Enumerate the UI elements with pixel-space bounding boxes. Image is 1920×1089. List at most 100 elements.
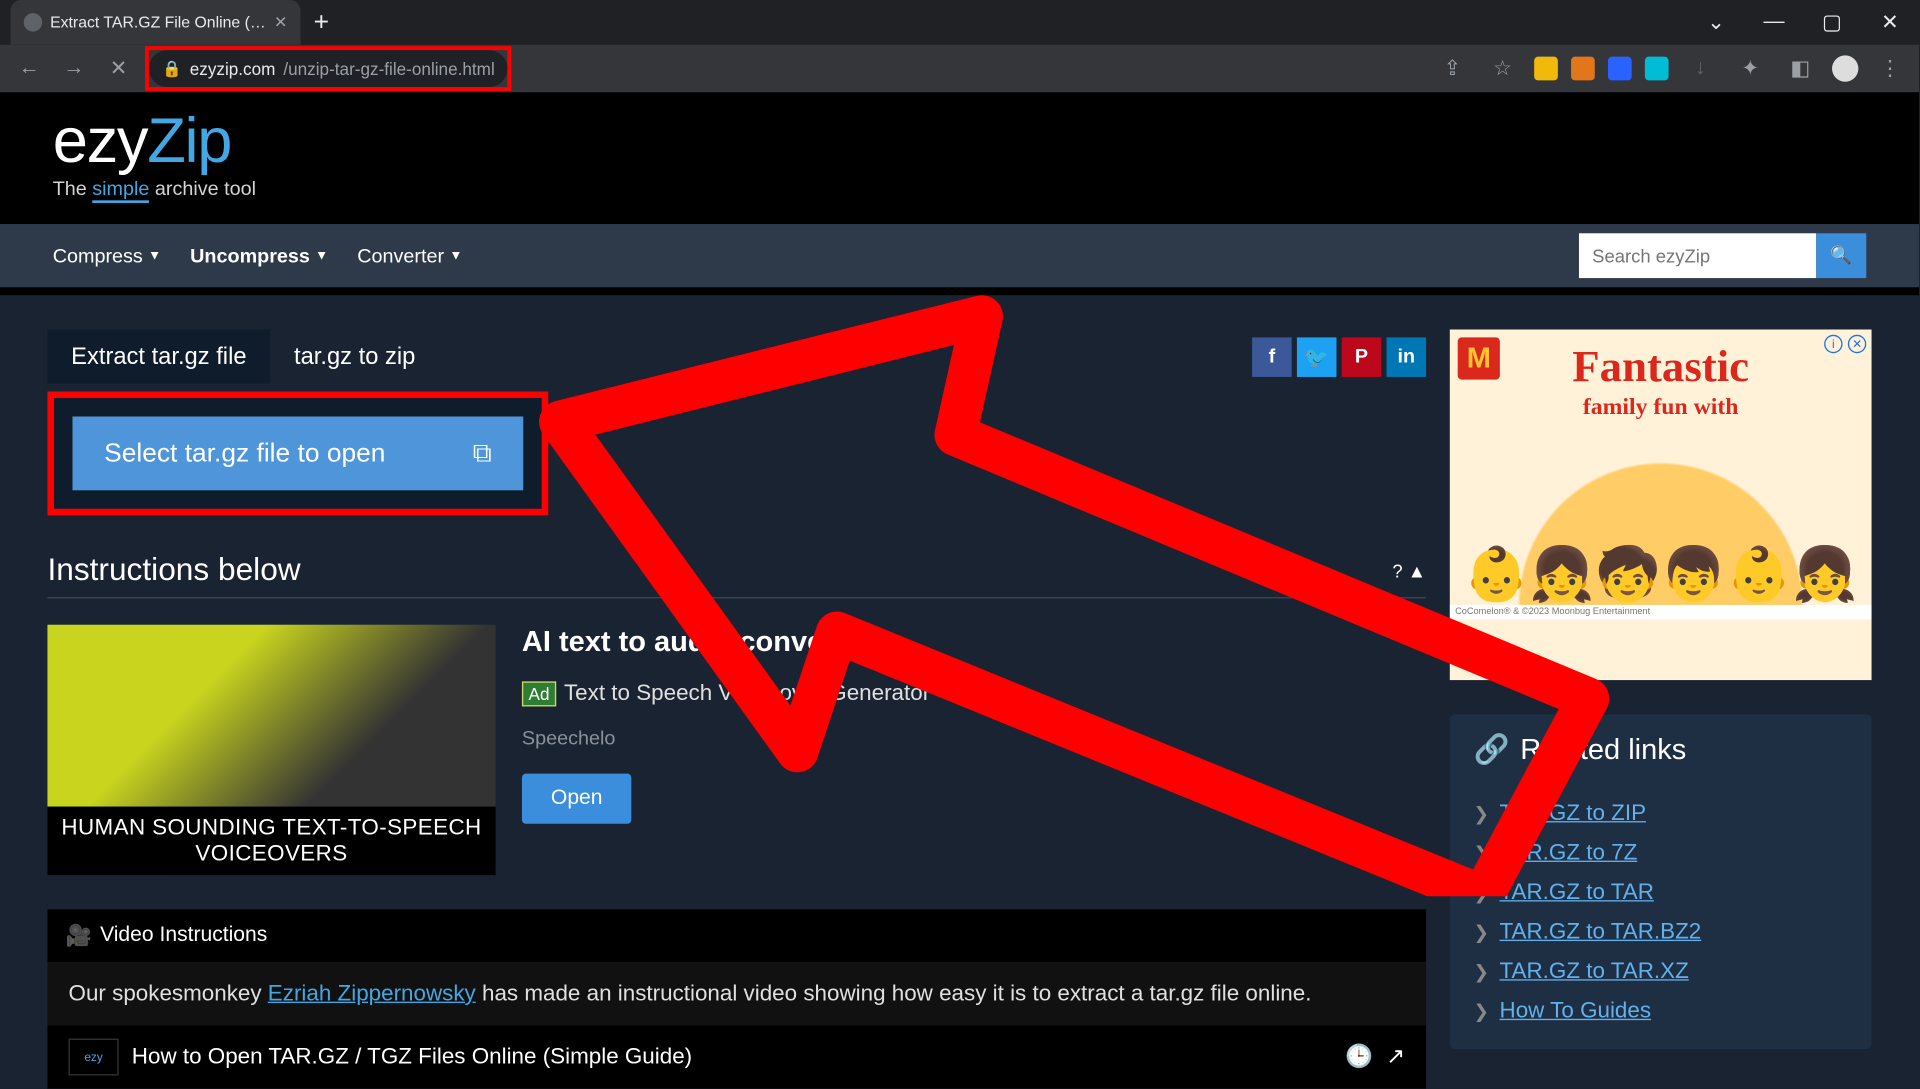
ad-heading: AI text to audio converter	[522, 625, 1426, 659]
back-button[interactable]: ←	[11, 50, 48, 87]
video-title: How to Open TAR.GZ / TGZ Files Online (S…	[132, 1044, 692, 1070]
new-tab-button[interactable]: +	[301, 7, 343, 37]
chevron-right-icon: ❯	[1474, 1000, 1489, 1022]
tab-title: Extract TAR.GZ File Online (No lim	[50, 13, 266, 31]
tab-favicon	[24, 13, 42, 31]
extension-icon-2[interactable]	[1608, 57, 1632, 81]
ad-subtitle: Text to Speech Voice over Generator	[564, 680, 930, 705]
tab-to-zip[interactable]: tar.gz to zip	[270, 330, 439, 384]
url-domain: ezyzip.com	[190, 59, 276, 79]
related-link[interactable]: TAR.GZ to 7Z	[1500, 840, 1638, 866]
mcdonalds-logo-icon: M	[1458, 337, 1500, 379]
related-item: ❯ TAR.GZ to TAR.XZ	[1474, 952, 1848, 992]
ad-thumb-banner: HUMAN SOUNDING TEXT-TO-SPEECH VOICEOVERS	[47, 807, 495, 876]
ad-footnote: CoComelon® & ©2023 Moonbug Entertainment	[1450, 605, 1872, 619]
tagline: The simple archive tool	[53, 178, 1867, 200]
caret-down-icon: ▼	[148, 248, 161, 262]
caret-down-icon: ▼	[449, 248, 462, 262]
address-bar[interactable]: 🔒 ezyzip.com/unzip-tar-gz-file-online.ht…	[149, 50, 508, 87]
nav-compress[interactable]: Compress▼	[53, 244, 161, 266]
search-icon: 🔍	[1830, 245, 1852, 265]
instructions-toggle[interactable]: ? ▲	[1392, 560, 1426, 581]
related-link[interactable]: TAR.GZ to TAR.BZ2	[1500, 919, 1702, 945]
search-button[interactable]: 🔍	[1816, 233, 1866, 278]
ezyzip-logo-small: ezy	[69, 1039, 119, 1076]
ad-thumbnail: HUMAN SOUNDING TEXT-TO-SPEECH VOICEOVERS	[47, 625, 495, 875]
ad-close-icon[interactable]: ✕	[1848, 335, 1866, 353]
extension-icon[interactable]	[1534, 57, 1558, 81]
site-header: ezyZip The simple archive tool	[0, 92, 1919, 224]
share-icon[interactable]: ↗	[1386, 1044, 1405, 1070]
video-section-header: 🎥 Video Instructions	[47, 909, 1426, 962]
ad-headline: Fantastic	[1572, 343, 1749, 393]
inline-ad[interactable]: HUMAN SOUNDING TEXT-TO-SPEECH VOICEOVERS…	[47, 625, 1426, 875]
download-icon[interactable]: ↓	[1682, 50, 1719, 87]
watch-later-icon[interactable]: 🕒	[1345, 1044, 1373, 1070]
bookmark-star-icon[interactable]: ☆	[1484, 50, 1521, 87]
metamask-icon[interactable]	[1571, 57, 1595, 81]
chevron-right-icon: ❯	[1474, 960, 1489, 982]
menu-dots-icon[interactable]: ⋮	[1872, 50, 1909, 87]
related-link[interactable]: TAR.GZ to TAR.XZ	[1500, 958, 1689, 984]
related-link[interactable]: How To Guides	[1500, 998, 1652, 1024]
related-links-heading: Related links	[1520, 733, 1686, 767]
facebook-share[interactable]: f	[1252, 337, 1292, 377]
instructions-heading: Instructions below	[47, 552, 300, 589]
video-embed-titlebar[interactable]: ezy How to Open TAR.GZ / TGZ Files Onlin…	[47, 1025, 1426, 1088]
search-input[interactable]	[1579, 233, 1816, 278]
spokesmonkey-link[interactable]: Ezriah Zippernowsky	[268, 981, 476, 1006]
upload-highlight-box: Select tar.gz file to open ⧉	[47, 391, 548, 515]
browser-titlebar: Extract TAR.GZ File Online (No lim ✕ + ⌄…	[0, 0, 1919, 45]
link-icon: 🔗	[1474, 733, 1510, 767]
related-item: ❯ TAR.GZ to TAR	[1474, 873, 1848, 913]
related-item: ❯ TAR.GZ to ZIP	[1474, 793, 1848, 833]
related-item: ❯ TAR.GZ to 7Z	[1474, 833, 1848, 873]
ad-controls[interactable]: i✕	[1824, 335, 1866, 353]
chevron-right-icon: ❯	[1474, 842, 1489, 864]
twitter-share[interactable]: 🐦	[1297, 337, 1337, 377]
lock-icon: 🔒	[162, 59, 182, 77]
maximize-button[interactable]: ▢	[1803, 0, 1861, 45]
forward-button[interactable]: →	[55, 50, 92, 87]
close-button[interactable]: ✕	[1861, 0, 1919, 45]
select-file-button[interactable]: Select tar.gz file to open ⧉	[72, 416, 523, 490]
chevron-right-icon: ❯	[1474, 921, 1489, 943]
related-item: ❯ How To Guides	[1474, 991, 1848, 1031]
related-link[interactable]: TAR.GZ to ZIP	[1500, 800, 1646, 826]
tab-extract[interactable]: Extract tar.gz file	[47, 330, 270, 384]
related-link[interactable]: TAR.GZ to TAR	[1500, 879, 1654, 905]
nav-uncompress[interactable]: Uncompress▼	[190, 244, 328, 266]
dropbox-icon[interactable]: ⧉	[473, 438, 492, 468]
sidebar-ad[interactable]: M i✕ Fantastic family fun with 👶👧🧒👦👶👧 Co…	[1450, 330, 1872, 681]
tab-close-icon[interactable]: ✕	[274, 13, 287, 31]
share-icon[interactable]: ⇪	[1434, 50, 1471, 87]
caret-down-icon: ▼	[315, 248, 328, 262]
video-description: Our spokesmonkey Ezriah Zippernowsky has…	[47, 962, 1426, 1025]
chevron-right-icon: ❯	[1474, 802, 1489, 824]
browser-tab[interactable]: Extract TAR.GZ File Online (No lim ✕	[11, 0, 301, 45]
divider	[0, 287, 1919, 295]
profile-avatar[interactable]	[1832, 55, 1858, 81]
ad-open-button[interactable]: Open	[522, 774, 632, 824]
url-path: /unzip-tar-gz-file-online.html	[283, 59, 494, 79]
chevron-right-icon: ❯	[1474, 881, 1489, 903]
ad-illustration: 👶👧🧒👦👶👧	[1450, 420, 1872, 605]
stop-reload-button[interactable]: ✕	[100, 50, 137, 87]
ad-subheadline: family fun with	[1583, 393, 1739, 421]
sidepanel-icon[interactable]: ◧	[1782, 50, 1819, 87]
ad-info-icon[interactable]: i	[1824, 335, 1842, 353]
pinterest-share[interactable]: P	[1342, 337, 1382, 377]
ad-badge: Ad	[522, 681, 556, 706]
nav-converter[interactable]: Converter▼	[357, 244, 462, 266]
video-icon: 🎥	[66, 923, 92, 949]
site-logo[interactable]: ezyZip	[53, 105, 1867, 177]
extension-icon-3[interactable]	[1645, 57, 1669, 81]
related-item: ❯ TAR.GZ to TAR.BZ2	[1474, 912, 1848, 952]
ad-brand: Speechelo	[522, 728, 1426, 750]
linkedin-share[interactable]: in	[1387, 337, 1427, 377]
browser-toolbar: ← → ✕ 🔒 ezyzip.com/unzip-tar-gz-file-onl…	[0, 45, 1919, 92]
site-nav: Compress▼ Uncompress▼ Converter▼ 🔍	[0, 224, 1919, 287]
chevron-down-icon[interactable]: ⌄	[1687, 0, 1745, 45]
extensions-puzzle-icon[interactable]: ✦	[1732, 50, 1769, 87]
minimize-button[interactable]: —	[1745, 0, 1803, 45]
